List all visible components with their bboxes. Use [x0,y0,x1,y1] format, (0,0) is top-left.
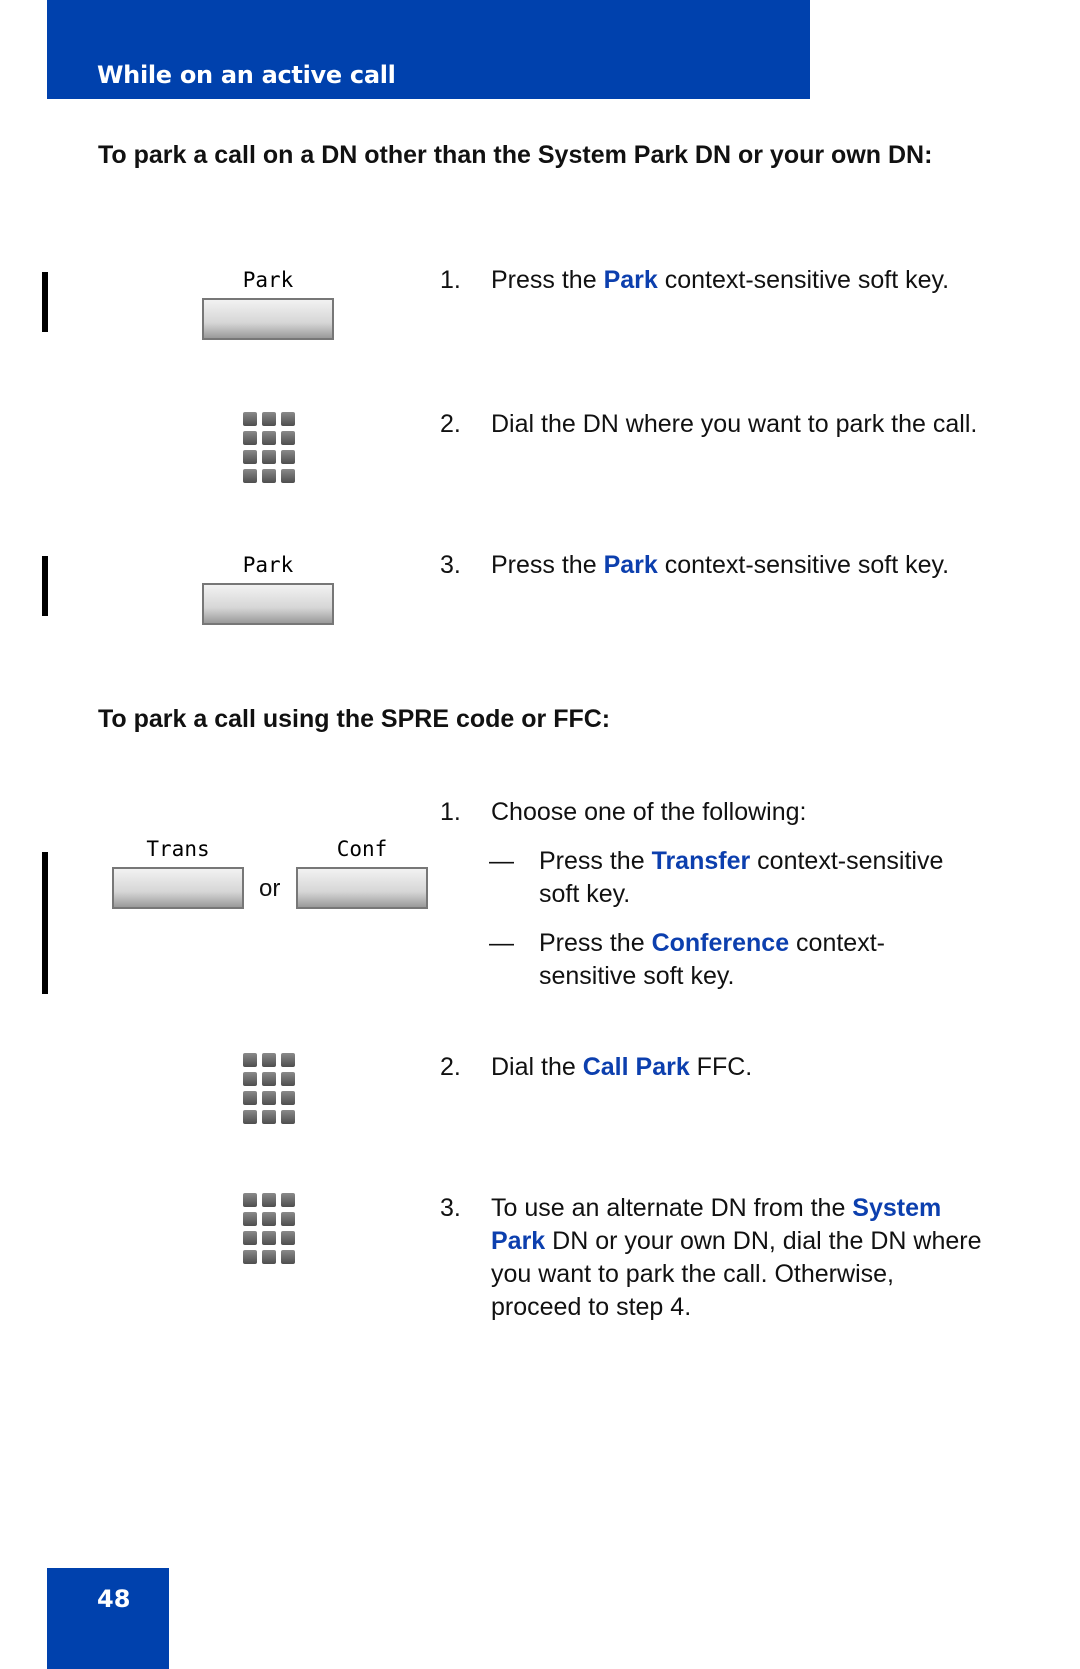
ffc-name: Call Park [582,1053,690,1081]
park-softkey-button [202,583,334,625]
change-bar [42,272,48,332]
softkey-name: Transfer [651,847,751,875]
header-bar: While on an active call [47,0,810,99]
trans-softkey: Trans [112,837,244,911]
park-softkey-label: Park [242,553,294,577]
park-softkey-label: Park [242,268,294,292]
trans-softkey-label: Trans [146,837,210,861]
dialpad-icon [243,1193,295,1264]
park-softkey-2: Park [202,553,334,627]
step-text: Dial the Call Park FFC. [491,1053,753,1081]
softkey-name: Park [603,551,658,579]
conf-softkey-label: Conf [336,837,388,861]
step-number: 3. [440,1194,461,1222]
step-text: Press the Park context-sensitive soft ke… [491,551,950,579]
park-softkey-button [202,298,334,340]
change-bar [42,852,48,994]
dialpad-icon [243,1053,295,1124]
dash: — [489,929,514,957]
softkey-name: Conference [651,929,790,957]
header-title: While on an active call [97,61,396,89]
step-number: 2. [440,1053,461,1081]
page-number-box: 48 [47,1568,169,1669]
conf-softkey: Conf [296,837,428,911]
dash: — [489,847,514,875]
step-text: Dial the DN where you want to park the c… [491,410,978,438]
park-softkey-1: Park [202,268,334,342]
section2-title: To park a call using the SPRE code or FF… [98,705,611,733]
step-number: 3. [440,551,461,579]
dialpad-icon [243,412,295,483]
step-text: Press the Park context-sensitive soft ke… [491,266,950,294]
conf-softkey-button [296,867,428,909]
step-number: 1. [440,266,461,294]
section1-title: To park a call on a DN other than the Sy… [98,141,933,169]
step-text: To use an alternate DN from the System P… [491,1194,982,1321]
page-number: 48 [97,1585,131,1613]
step-text: Choose one of the following: [491,798,807,826]
or-label: or [259,875,281,902]
option-text: Press the Transfer context-sensitive sof… [539,847,944,908]
change-bar [42,556,48,616]
step-number: 2. [440,410,461,438]
softkey-name: Park [603,266,658,294]
trans-softkey-button [112,867,244,909]
option-text: Press the Conference context-sensitive s… [539,929,885,990]
step-number: 1. [440,798,461,826]
